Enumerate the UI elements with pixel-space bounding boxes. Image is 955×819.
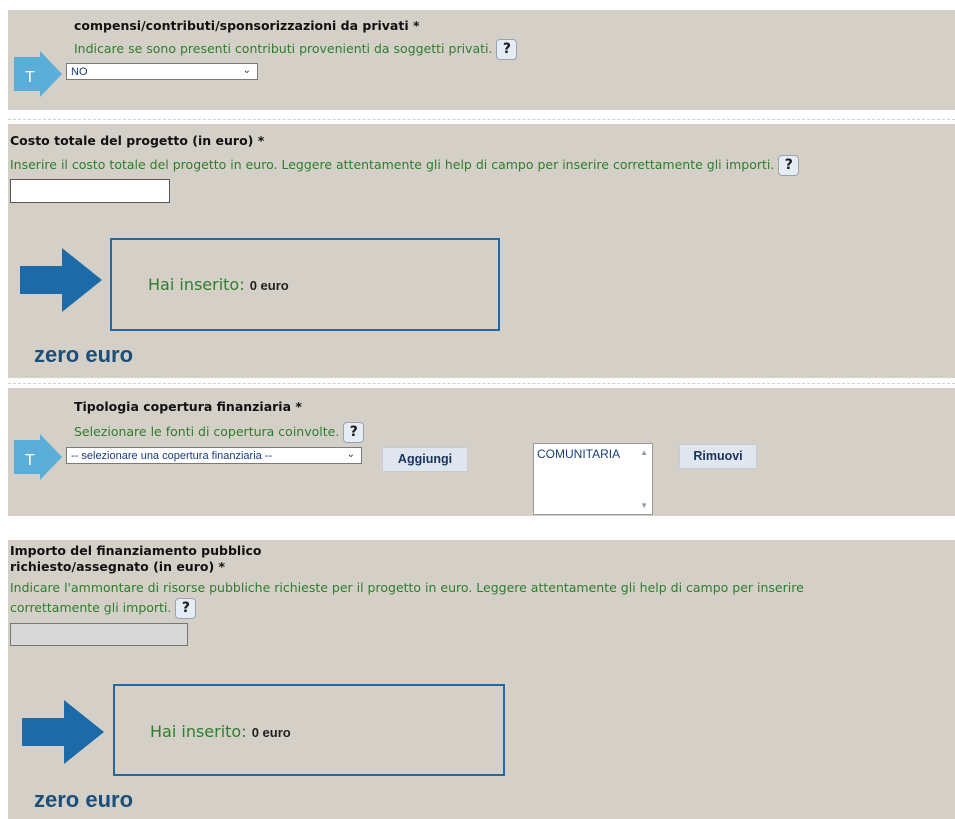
inserted-amount-text: Hai inserito: 0 euro	[148, 275, 289, 294]
public-funding-title-line2: richiesto/assegnato (in euro) *	[10, 559, 226, 574]
scroll-up-icon[interactable]: ▲	[640, 448, 648, 457]
public-funding-title-line1: Importo del finanziamento pubblico	[10, 543, 262, 558]
help-icon[interactable]: ?	[496, 39, 518, 60]
amount-in-words: zero euro	[34, 342, 134, 367]
amount-in-words: zero euro	[34, 787, 134, 812]
total-cost-hint: Inserire il costo totale del progetto in…	[10, 155, 800, 176]
selected-coverage-list[interactable]: COMUNITARIA ▲ ▼	[533, 443, 653, 515]
arrow-right-icon	[20, 248, 102, 312]
financial-coverage-select[interactable]: -- selezionare una copertura finanziaria…	[66, 447, 362, 464]
public-funding-title: Importo del finanziamento pubblico richi…	[10, 543, 261, 575]
public-funding-hint: Indicare l'ammontare di risorse pubblich…	[10, 578, 804, 619]
remove-coverage-button[interactable]: Rimuovi	[679, 444, 757, 469]
financial-coverage-title: Tipologia copertura finanziaria *	[74, 399, 302, 414]
help-icon[interactable]: ?	[343, 422, 365, 443]
private-contributions-hint: Indicare se sono presenti contributi pro…	[74, 39, 518, 60]
chevron-down-icon: ⌄	[242, 65, 251, 76]
private-contributions-hint-text: Indicare se sono presenti contributi pro…	[74, 41, 493, 56]
private-contributions-select-value: NO	[71, 66, 88, 78]
inserted-label: Hai inserito:	[150, 722, 247, 741]
private-contributions-title: compensi/contributi/sponsorizzazioni da …	[74, 18, 420, 33]
financial-coverage-hint: Selezionare le fonti di copertura coinvo…	[74, 422, 365, 443]
financial-coverage-hint-text: Selezionare le fonti di copertura coinvo…	[74, 424, 340, 439]
t-badge-letter: T	[25, 452, 35, 469]
divider	[8, 119, 955, 120]
total-cost-input[interactable]	[10, 179, 170, 203]
financial-coverage-select-value: -- selezionare una copertura finanziaria…	[71, 450, 273, 462]
public-funding-hint-line2: correttamente gli importi.	[10, 600, 172, 615]
add-coverage-button[interactable]: Aggiungi	[382, 447, 468, 472]
list-item[interactable]: COMUNITARIA	[534, 444, 652, 464]
total-cost-title: Costo totale del progetto (in euro) *	[10, 133, 265, 148]
public-funding-input	[10, 623, 188, 646]
help-icon[interactable]: ?	[778, 155, 800, 176]
inserted-value: 0 euro	[251, 725, 291, 740]
chevron-down-icon: ⌄	[346, 449, 355, 460]
help-icon[interactable]: ?	[175, 598, 197, 619]
arrow-right-icon	[22, 700, 104, 764]
inserted-amount-text: Hai inserito: 0 euro	[150, 722, 291, 741]
t-badge-letter: T	[25, 69, 35, 86]
scroll-down-icon[interactable]: ▼	[640, 501, 648, 510]
t-arrow-icon: T	[14, 434, 62, 480]
t-arrow-icon: T	[14, 51, 62, 97]
total-cost-hint-text: Inserire il costo totale del progetto in…	[10, 157, 775, 172]
public-funding-hint-line1: Indicare l'ammontare di risorse pubblich…	[10, 580, 804, 595]
inserted-value: 0 euro	[249, 278, 289, 293]
divider	[8, 383, 955, 384]
private-contributions-select[interactable]: NO ⌄	[66, 63, 258, 80]
inserted-label: Hai inserito:	[148, 275, 245, 294]
